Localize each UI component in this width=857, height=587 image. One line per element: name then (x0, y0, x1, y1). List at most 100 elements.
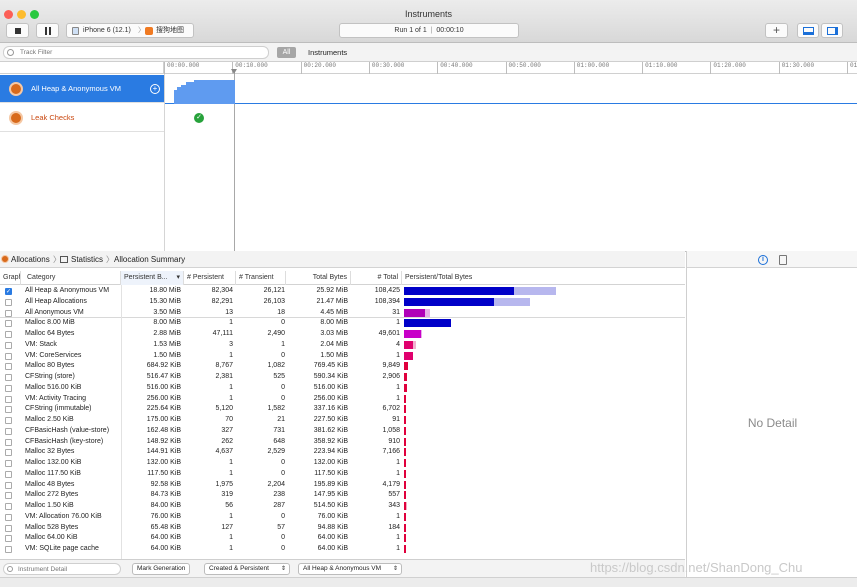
persistent-bytes-cell: 64.00 KiB (150, 545, 181, 552)
pause-button[interactable] (36, 23, 59, 38)
updown-arrows-icon: ⇕ (280, 566, 286, 572)
time-ruler[interactable]: 00:00.000 00:10.000 00:20.000 00:30.000 00:4… (164, 62, 857, 74)
graph-checkbox[interactable]: ✓ (5, 288, 12, 295)
graph-checkbox[interactable] (5, 374, 12, 381)
graph-checkbox[interactable] (5, 438, 12, 446)
graph-checkbox[interactable] (5, 417, 12, 424)
table-row[interactable]: Malloc 64 Bytes 2.88 MiB 47,111 2,490 3.03 M… (0, 329, 685, 340)
column-transient[interactable]: # Transient (236, 271, 286, 285)
graph-checkbox[interactable] (5, 427, 12, 435)
track-filter-input[interactable] (20, 48, 260, 57)
graph-checkbox[interactable] (5, 395, 12, 403)
table-row[interactable]: Malloc 272 Bytes 84.73 KiB 319 238 147.95 Ki… (0, 490, 685, 501)
graph-checkbox[interactable] (5, 352, 12, 360)
column-category[interactable]: Category (21, 271, 121, 285)
table-row[interactable]: VM: Stack 1.53 MiB 3 1 2.04 MiB 4 (0, 339, 685, 351)
toggle-inspector-button[interactable] (821, 23, 843, 38)
graph-checkbox[interactable] (5, 503, 12, 510)
app-icon (145, 27, 153, 35)
jump-bar-detail[interactable]: Allocation Summary (114, 251, 185, 268)
table-row[interactable]: VM: Activity Tracing 256.00 KiB 1 0 256.00 K… (0, 393, 685, 405)
stop-button[interactable] (6, 23, 29, 38)
table-row[interactable]: Malloc 8.00 MiB 8.00 MiB 1 0 8.00 MiB 1 (0, 318, 685, 329)
table-row[interactable]: CFBasicHash (value-store) 162.48 KiB 327 73… (0, 425, 685, 437)
instrument-detail-field[interactable] (3, 563, 121, 575)
track-allocations[interactable]: All Heap & Anonymous VM + (0, 75, 164, 103)
graph-checkbox[interactable] (5, 341, 12, 349)
persistent-count-cell: 1 (229, 394, 233, 402)
toggle-detail-area-button[interactable] (797, 23, 819, 38)
table-row[interactable]: VM: Allocation 76.00 KiB 76.00 KiB 1 0 76.00… (0, 511, 685, 523)
graph-checkbox[interactable] (5, 309, 12, 317)
add-instrument-button[interactable]: + (765, 23, 788, 38)
allocations-graph-lane[interactable] (165, 75, 857, 104)
graph-checkbox[interactable] (5, 546, 12, 553)
track-label: All Heap & Anonymous VM (31, 84, 122, 93)
table-row[interactable]: VM: CoreServices 1.50 MiB 1 0 1.50 MiB 1 (0, 350, 685, 362)
graph-checkbox[interactable] (5, 470, 12, 478)
allocation-type-popup[interactable]: All Heap & Anonymous VM ⇕ (298, 563, 402, 575)
table-row[interactable]: Malloc 2.50 KiB 175.00 KiB 70 21 227.50 KiB 9… (0, 415, 685, 426)
graph-checkbox[interactable] (5, 524, 12, 532)
track-leak-checks[interactable]: Leak Checks (0, 104, 164, 132)
graph-checkbox[interactable] (5, 298, 12, 306)
table-row[interactable]: All Heap Allocations 15.30 MiB 82,291 26,10… (0, 296, 685, 308)
table-row[interactable]: Malloc 516.00 KiB 516.00 KiB 1 0 516.00 KiB 1 (0, 382, 685, 394)
table-row[interactable]: Malloc 528 Bytes 65.48 KiB 127 57 94.88 KiB 1… (0, 522, 685, 534)
ruler-tick-label: 01:40 (847, 62, 857, 74)
total-count-cell: 910 (388, 437, 400, 445)
table-row[interactable]: VM: SQLite page cache 64.00 KiB 1 0 64.00 Ki… (0, 544, 685, 555)
graph-checkbox[interactable] (5, 406, 12, 414)
graph-checkbox[interactable] (5, 384, 12, 392)
category-cell: Malloc 64.00 KiB (25, 534, 78, 542)
column-graph[interactable]: Graph (0, 271, 21, 285)
column-total-bytes[interactable]: Total Bytes (286, 271, 351, 285)
target-selector[interactable]: iPhone 6 (12.1) 〉 搜狗地图 (66, 23, 194, 38)
column-persistent[interactable]: # Persistent (184, 271, 236, 285)
graph-checkbox[interactable] (5, 535, 12, 543)
table-row[interactable]: Malloc 117.50 KiB 117.50 KiB 1 0 117.50 KiB 1 (0, 468, 685, 480)
graph-checkbox[interactable] (5, 460, 12, 467)
table-row[interactable]: Malloc 64.00 KiB 64.00 KiB 1 0 64.00 KiB 1 (0, 533, 685, 544)
table-row[interactable]: Malloc 1.50 KiB 84.00 KiB 56 287 514.50 KiB 3… (0, 501, 685, 512)
document-icon[interactable] (779, 255, 787, 265)
graph-checkbox[interactable] (5, 331, 12, 338)
graph-checkbox[interactable] (5, 320, 12, 328)
persistent-bytes-bar (404, 523, 406, 532)
graph-checkbox[interactable] (5, 513, 12, 521)
ruler-tick-label: 01:00.000 (573, 62, 609, 74)
persistent-count-cell: 56 (225, 502, 233, 509)
info-icon[interactable]: i (758, 255, 768, 265)
total-count-cell: 1 (396, 383, 400, 391)
filter-all-button[interactable]: All (277, 47, 296, 58)
jump-bar-instrument[interactable]: Allocations (11, 251, 50, 268)
table-row[interactable]: Malloc 48 Bytes 92.58 KiB 1,975 2,204 195.89… (0, 479, 685, 491)
graph-checkbox[interactable] (5, 481, 12, 489)
table-row[interactable]: CFString (immutable) 225.64 KiB 5,120 1,582… (0, 404, 685, 415)
graph-checkbox[interactable] (5, 449, 12, 457)
persistent-bytes-cell: 8.00 MiB (153, 319, 181, 327)
jump-bar-view[interactable]: Statistics (71, 251, 103, 268)
table-row[interactable]: Malloc 32 Bytes 144.91 KiB 4,637 2,529 223.9… (0, 447, 685, 458)
mark-generation-button[interactable]: Mark Generation (132, 563, 191, 575)
lifespan-popup[interactable]: Created & Persistent ⇕ (204, 563, 290, 575)
column-persistent-bytes[interactable]: Persistent B... ▾ (121, 271, 184, 285)
persistent-count-cell: 8,767 (215, 362, 233, 370)
pause-icon (45, 27, 47, 35)
leak-check-pass-icon[interactable]: ✓ (194, 113, 204, 123)
instrument-detail-input[interactable] (18, 565, 118, 573)
track-filter-field[interactable] (3, 46, 269, 59)
column-persistent-total-bytes[interactable]: Persistent/Total Bytes (402, 271, 685, 285)
table-row[interactable]: CFString (store) 516.47 KiB 2,381 525 590.34… (0, 372, 685, 383)
filter-instruments-button[interactable]: Instruments (308, 47, 347, 58)
graph-checkbox[interactable] (5, 492, 12, 500)
column-total[interactable]: # Total (351, 271, 402, 285)
table-row[interactable]: CFBasicHash (key-store) 148.92 KiB 262 648 3… (0, 436, 685, 448)
table-row[interactable]: All Anonymous VM 3.50 MiB 13 18 4.45 MiB 31 (0, 307, 685, 319)
graph-checkbox[interactable] (5, 363, 12, 371)
table-row[interactable]: ✓ All Heap & Anonymous VM 18.80 MiB 82,304 2… (0, 286, 685, 297)
add-circle-icon[interactable]: + (150, 84, 160, 94)
table-row[interactable]: Malloc 132.00 KiB 132.00 KiB 1 0 132.00 KiB 1 (0, 458, 685, 469)
total-bytes-cell: 337.16 KiB (313, 405, 348, 413)
table-row[interactable]: Malloc 80 Bytes 684.92 KiB 8,767 1,082 769.4… (0, 361, 685, 372)
